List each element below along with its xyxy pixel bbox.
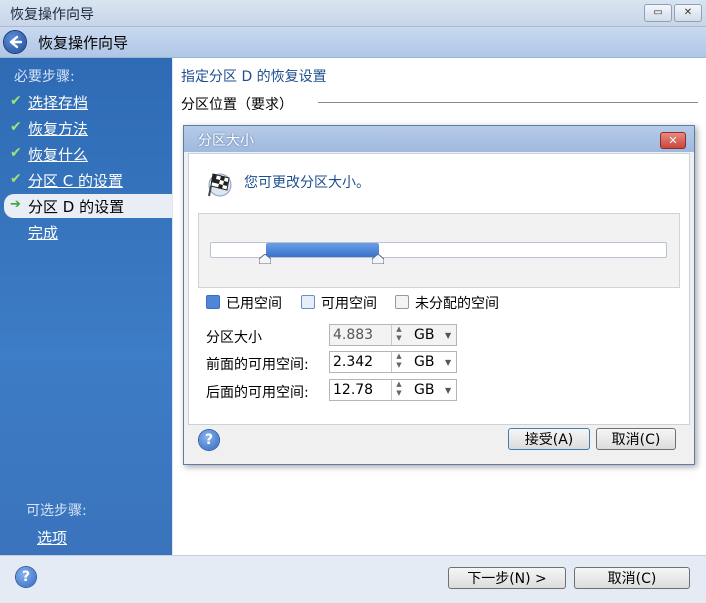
step-label: 恢复什么 xyxy=(28,146,89,164)
down-arrow-icon[interactable]: ▼ xyxy=(392,334,406,343)
slider-start-handle[interactable] xyxy=(258,254,271,264)
legend-used-space: 已用空间 xyxy=(206,293,282,313)
step-label: 完成 xyxy=(28,224,59,242)
legend-swatch xyxy=(395,295,409,309)
step-label: 分区 C 的设置 xyxy=(28,172,124,190)
page-heading: 指定分区 D 的恢复设置 xyxy=(181,69,327,85)
free-space-after-stepper[interactable]: 12.78 ▲ ▼ GB ▼ xyxy=(329,379,457,401)
legend-label: 未分配的空间 xyxy=(415,296,499,312)
step-finish[interactable]: 完成 xyxy=(4,220,172,244)
restore-icon: ▭ xyxy=(653,7,663,18)
back-arrow-icon xyxy=(9,35,22,49)
up-arrow-icon[interactable]: ▲ xyxy=(392,380,406,389)
up-arrow-icon[interactable]: ▲ xyxy=(392,352,406,361)
partition-size-stepper[interactable]: 4.883 ▲ ▼ GB ▼ xyxy=(329,324,457,346)
cancel-button[interactable]: 取消(C) xyxy=(574,567,690,589)
dialog-title: 分区大小 xyxy=(198,133,254,149)
wizard-footer: ? 下一步(N) > 取消(C) xyxy=(0,555,706,603)
dialog-titlebar: 分区大小 ✕ xyxy=(184,126,694,152)
checkered-flag-icon xyxy=(208,173,232,197)
step-label: 恢复方法 xyxy=(28,120,89,138)
accept-button[interactable]: 接受(A) xyxy=(508,428,590,450)
step-options[interactable]: 选项 xyxy=(37,527,67,548)
partition-size-dialog: 分区大小 ✕ 您可更改分区大小。 已用空间 可用空间 未分配的空间 分区大小 4… xyxy=(183,125,695,465)
step-select-archive[interactable]: ✔ 选择存档 xyxy=(4,90,172,114)
down-arrow-icon[interactable]: ▼ xyxy=(392,361,406,370)
free-space-after-label: 后面的可用空间: xyxy=(206,385,309,401)
check-icon: ✔ xyxy=(10,171,22,187)
current-step-arrow-icon: ➔ xyxy=(10,197,21,212)
unit-select[interactable]: GB xyxy=(414,354,434,370)
check-icon: ✔ xyxy=(10,145,22,161)
check-icon: ✔ xyxy=(10,93,22,109)
stepper-value: 4.883 xyxy=(333,327,374,343)
stepper-value: 12.78 xyxy=(333,382,374,398)
close-icon: ✕ xyxy=(668,134,678,147)
partition-slider-frame xyxy=(198,213,680,288)
dialog-help-icon[interactable]: ? xyxy=(199,430,219,450)
steps-sidebar: 必要步骤: ✔ 选择存档 ✔ 恢复方法 ✔ 恢复什么 ✔ 分区 C 的设置 ➔ … xyxy=(0,58,172,555)
optional-steps-label: 可选步骤: xyxy=(26,503,87,519)
stepper-arrows[interactable]: ▲ ▼ xyxy=(391,380,406,400)
legend-unallocated-space: 未分配的空间 xyxy=(395,293,499,313)
free-space-before-stepper[interactable]: 2.342 ▲ ▼ GB ▼ xyxy=(329,351,457,373)
legend-label: 已用空间 xyxy=(226,296,282,312)
legend-free-space: 可用空间 xyxy=(301,293,377,313)
dialog-message: 您可更改分区大小。 xyxy=(244,175,370,191)
up-arrow-icon[interactable]: ▲ xyxy=(392,325,406,334)
window-titlebar: 恢复操作向导 ▭ ✕ xyxy=(0,0,706,27)
back-button[interactable] xyxy=(4,31,26,53)
chevron-down-icon[interactable]: ▼ xyxy=(445,386,451,395)
dialog-cancel-button[interactable]: 取消(C) xyxy=(596,428,676,450)
legend-swatch xyxy=(301,295,315,309)
stepper-arrows[interactable]: ▲ ▼ xyxy=(391,352,406,372)
step-label: 选择存档 xyxy=(28,94,89,112)
section-label: 分区位置（要求） xyxy=(181,97,293,113)
chevron-down-icon[interactable]: ▼ xyxy=(445,331,451,340)
required-steps-label: 必要步骤: xyxy=(14,69,75,85)
close-window-button[interactable]: ✕ xyxy=(674,4,702,22)
chevron-down-icon[interactable]: ▼ xyxy=(445,358,451,367)
restore-button[interactable]: ▭ xyxy=(644,4,672,22)
next-button[interactable]: 下一步(N) > xyxy=(448,567,566,589)
wizard-header: 恢复操作向导 xyxy=(0,27,706,58)
step-recovery-method[interactable]: ✔ 恢复方法 xyxy=(4,116,172,140)
step-what-to-recover[interactable]: ✔ 恢复什么 xyxy=(4,142,172,166)
legend-label: 可用空间 xyxy=(321,296,377,312)
wizard-title: 恢复操作向导 xyxy=(38,34,129,52)
step-partition-c-settings[interactable]: ✔ 分区 C 的设置 xyxy=(4,168,172,192)
free-space-before-label: 前面的可用空间: xyxy=(206,357,309,373)
unit-select[interactable]: GB xyxy=(414,382,434,398)
partition-slider-track[interactable] xyxy=(210,242,667,258)
dialog-body: 您可更改分区大小。 已用空间 可用空间 未分配的空间 分区大小 4.883 ▲ ▼… xyxy=(188,153,690,425)
down-arrow-icon[interactable]: ▼ xyxy=(392,389,406,398)
used-space-bar[interactable] xyxy=(265,243,380,257)
dialog-close-button[interactable]: ✕ xyxy=(660,132,686,149)
stepper-arrows[interactable]: ▲ ▼ xyxy=(391,325,406,345)
unit-select[interactable]: GB xyxy=(414,327,434,343)
close-icon: ✕ xyxy=(683,7,693,18)
step-partition-d-settings[interactable]: ➔ 分区 D 的设置 xyxy=(4,194,172,218)
window-title: 恢复操作向导 xyxy=(10,7,94,23)
partition-size-label: 分区大小 xyxy=(206,330,262,346)
help-icon[interactable]: ? xyxy=(16,567,36,587)
legend-swatch xyxy=(206,295,220,309)
stepper-value: 2.342 xyxy=(333,354,374,370)
dialog-footer: ? 接受(A) 取消(C) xyxy=(184,423,694,463)
section-divider xyxy=(318,102,698,103)
slider-end-handle[interactable] xyxy=(372,254,385,264)
step-label: 分区 D 的设置 xyxy=(28,198,125,216)
check-icon: ✔ xyxy=(10,119,22,135)
